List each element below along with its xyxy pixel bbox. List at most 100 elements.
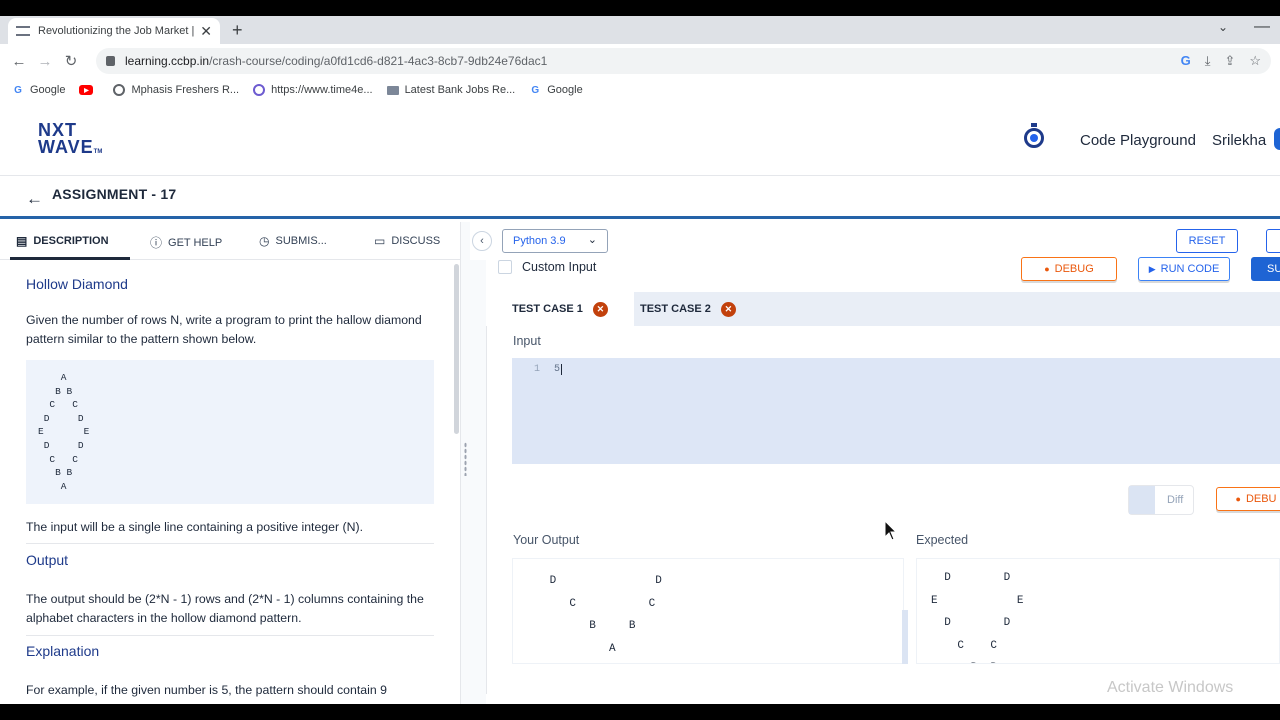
editor-toolbar: ‹ Python 3.9 ⌄ RESET [470, 222, 1280, 260]
divider [26, 635, 434, 636]
your-output-label: Your Output [513, 533, 580, 547]
user-name[interactable]: Srilekha [1212, 132, 1266, 149]
assignment-title: ASSIGNMENT - 17 [52, 186, 177, 202]
assignment-bar: ← ASSIGNMENT - 17 [0, 177, 1280, 219]
site-icon [253, 84, 266, 96]
custom-input-checkbox[interactable] [498, 260, 512, 274]
windows-activation-watermark: Activate Windows [1107, 679, 1234, 696]
timer-icon[interactable] [1024, 123, 1044, 148]
fullscreen-button[interactable] [1266, 229, 1280, 253]
window-minimize-icon[interactable]: — [1254, 18, 1270, 36]
description-icon: ▤ [16, 234, 28, 248]
avatar[interactable] [1274, 128, 1280, 150]
browser-tab-strip: Revolutionizing the Job Market | ✕ + ⌄ — [0, 16, 1280, 44]
drag-handle-icon[interactable] [464, 442, 467, 476]
failed-x-icon: ✕ [720, 301, 736, 317]
bank-icon [386, 85, 399, 95]
bug-icon: ● [1235, 494, 1241, 504]
help-icon: ⓘ [150, 236, 163, 250]
screen: Revolutionizing the Job Market | ✕ + ⌄ —… [0, 0, 1280, 720]
chevron-down-icon: ⌄ [587, 234, 597, 246]
submit-button[interactable]: SU [1251, 257, 1280, 281]
address-bar[interactable]: learning.ccbp.in /crash-course/coding/a0… [96, 48, 1271, 74]
bookmarks-bar: G Google ▶ Mphasis Freshers R... https:/… [0, 78, 1280, 102]
bookmark-time4e[interactable]: https://www.time4e... [253, 84, 373, 96]
google-icon: G [14, 84, 22, 96]
bug-icon: ● [1044, 264, 1050, 274]
clock-icon: ◷ [259, 234, 270, 248]
tab-test-case-2[interactable]: TEST CASE 2 ✕ [614, 292, 762, 326]
explanation-text: For example, if the given number is 5, t… [26, 683, 387, 697]
diff-switch[interactable] [1129, 486, 1155, 514]
back-arrow-icon[interactable]: ← [26, 189, 43, 209]
browser-tab[interactable]: Revolutionizing the Job Market | ✕ [8, 18, 220, 44]
forward-arrow-icon[interactable]: → [32, 53, 58, 70]
debug-button[interactable]: ● DEBUG [1021, 257, 1117, 281]
browser-toolbar: ← → ↻ learning.ccbp.in /crash-course/cod… [0, 44, 1280, 78]
bookmark-star-icon[interactable]: ☆ [1249, 53, 1261, 69]
explanation-heading: Explanation [26, 643, 100, 659]
youtube-icon: ▶ [79, 85, 94, 95]
tab-submissions[interactable]: ◷ SUBMIS... [259, 234, 327, 248]
collapse-panel-button[interactable]: ‹ [472, 231, 492, 251]
reload-icon[interactable]: ↻ [58, 52, 84, 70]
browser-tab-title: Revolutionizing the Job Market | [38, 25, 195, 37]
url-host: learning.ccbp.in [125, 54, 210, 68]
tab-search-chevron-icon[interactable]: ⌄ [1218, 20, 1228, 34]
tab-test-case-1[interactable]: TEST CASE 1 ✕ [486, 292, 634, 326]
reset-button[interactable]: RESET [1176, 229, 1238, 253]
bookmark-google-2[interactable]: G Google [529, 84, 582, 96]
divider [26, 543, 434, 544]
problem-title: Hollow Diamond [26, 276, 128, 292]
bookmark-google[interactable]: G Google [12, 84, 65, 96]
install-app-icon[interactable]: ⤓ [1205, 53, 1211, 69]
pattern-example: A B B C C D D E E D D C C B B A [38, 372, 90, 492]
output-description: The output should be (2*N - 1) rows and … [26, 592, 424, 625]
line-number: 1 [534, 364, 541, 375]
your-output-text: D D C C B B A [549, 575, 662, 655]
bookmark-bank-jobs[interactable]: Latest Bank Jobs Re... [386, 84, 515, 96]
chat-icon: ▭ [374, 234, 386, 248]
close-tab-icon[interactable]: ✕ [200, 23, 212, 40]
problem-description: Hollow Diamond Given the number of rows … [0, 260, 452, 704]
bookmark-youtube[interactable]: ▶ [79, 85, 99, 95]
back-arrow-icon[interactable]: ← [6, 53, 32, 70]
google-lens-icon[interactable]: G [1181, 53, 1191, 69]
share-icon[interactable]: ⇪ [1224, 53, 1235, 69]
lock-icon [106, 56, 115, 66]
new-tab-button[interactable]: + [232, 20, 243, 41]
tab-discuss[interactable]: ▭ DISCUSS [374, 234, 440, 248]
test-case-tabs: TEST CASE 1 ✕ TEST CASE 2 ✕ [486, 292, 1280, 326]
language-select[interactable]: Python 3.9 ⌄ [502, 229, 608, 253]
problem-intro: Given the number of rows N, write a prog… [26, 313, 422, 346]
input-label: Input [513, 334, 541, 348]
globe-icon [113, 84, 126, 96]
tab-description[interactable]: ▤ DESCRIPTION [16, 234, 109, 248]
pattern-example-box: A B B C C D D E E D D C C B B A [26, 360, 434, 504]
google-icon: G [531, 84, 540, 96]
bottom-black-bar [0, 704, 1280, 720]
diff-toggle[interactable]: Diff [1128, 485, 1194, 515]
app-header: NXT WAVETM Code Playground Srilekha [0, 102, 1280, 176]
url-path: /crash-course/coding/a0fd1cd6-d821-4ac3-… [209, 54, 548, 68]
expected-output-text: D D E E D D C C B B [931, 572, 1024, 663]
description-scrollbar[interactable] [454, 264, 459, 434]
play-icon: ▶ [1148, 263, 1156, 274]
expected-label: Expected [916, 533, 969, 547]
tab-get-help[interactable]: ⓘ GET HELP [150, 234, 222, 251]
run-code-button[interactable]: ▶ RUN CODE [1138, 257, 1230, 281]
code-playground-link[interactable]: Code Playground [1080, 132, 1196, 149]
input-description: The input will be a single line containi… [26, 520, 363, 534]
output-scrollbar[interactable] [902, 610, 908, 664]
site-favicon-icon [16, 26, 30, 36]
your-output-box: D D C C B B A [512, 558, 904, 664]
problem-tabs: ▤ DESCRIPTION ⓘ GET HELP ◷ SUBMIS... ▭ D… [0, 222, 460, 260]
test-input-editor[interactable]: 1 5 [512, 358, 1280, 464]
expected-output-box: D D E E D D C C B B [916, 558, 1280, 664]
top-black-bar [0, 0, 1280, 16]
debug-output-button[interactable]: ● DEBU [1216, 487, 1280, 511]
custom-input-toggle[interactable]: Custom Input [498, 260, 596, 274]
test-input-value[interactable]: 5 [554, 364, 563, 375]
bookmark-mphasis[interactable]: Mphasis Freshers R... [113, 84, 239, 96]
nxtwave-logo[interactable]: NXT WAVETM [38, 121, 102, 161]
